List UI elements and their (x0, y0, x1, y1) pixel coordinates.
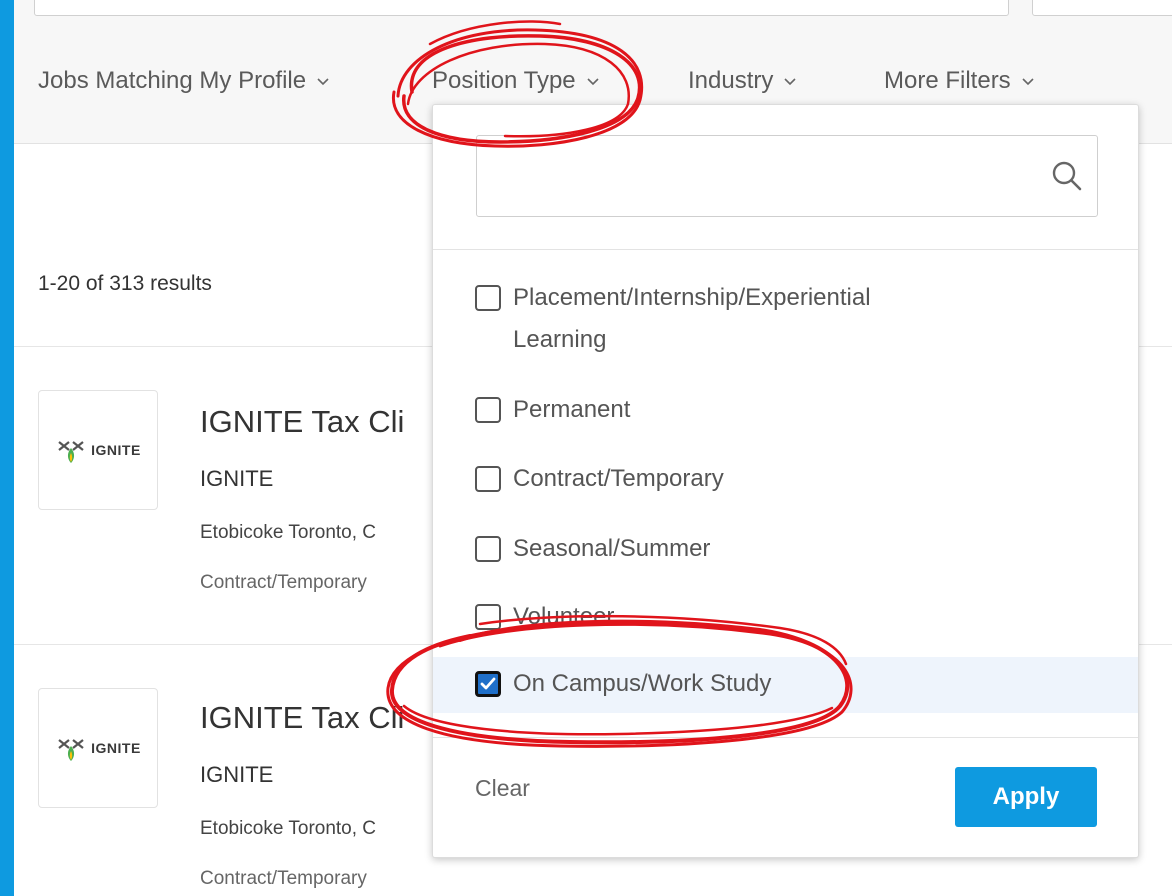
filter-label: Jobs Matching My Profile (38, 67, 307, 94)
checkbox-checked[interactable] (475, 671, 501, 697)
filter-label: Position Type (432, 67, 576, 94)
results-count: 1-20 of 313 results (38, 272, 212, 295)
job-company: IGNITE (200, 762, 274, 787)
job-type: Contract/Temporary (200, 868, 367, 889)
option-contract-temporary[interactable]: Contract/Temporary (433, 465, 1138, 506)
job-location: Etobicoke Toronto, C (200, 522, 377, 543)
job-type: Contract/Temporary (200, 572, 367, 593)
option-label: On Campus/Work Study (513, 670, 772, 697)
checkbox[interactable] (475, 536, 501, 562)
option-label-line: Placement/Internship/Experiential (513, 284, 871, 311)
filter-industry[interactable]: Industry (688, 66, 797, 96)
option-label: Permanent (513, 396, 631, 423)
filter-more-filters[interactable]: More Filters (884, 66, 1035, 96)
option-label: Volunteer (513, 603, 615, 630)
checkmark-icon (480, 677, 496, 690)
option-label-line: Learning (513, 326, 607, 353)
option-permanent[interactable]: Permanent (433, 396, 1138, 437)
dropdown-search-box (476, 135, 1098, 217)
filter-position-type[interactable]: Position Type (432, 66, 600, 96)
job-location: Etobicoke Toronto, C (200, 818, 377, 839)
option-volunteer[interactable]: Volunteer (433, 603, 1138, 644)
dropdown-divider (433, 737, 1138, 738)
job-company: IGNITE (200, 466, 274, 491)
location-search-input[interactable] (1032, 0, 1172, 16)
apply-button[interactable]: Apply (955, 767, 1097, 827)
position-type-dropdown: Placement/Internship/Experiential Learni… (432, 104, 1139, 858)
chevron-down-icon (587, 78, 599, 86)
ignite-logo-icon (58, 739, 84, 761)
clear-button[interactable]: Clear (475, 775, 530, 802)
filter-label: More Filters (884, 67, 1011, 94)
chevron-down-icon (1022, 78, 1034, 86)
checkbox[interactable] (475, 604, 501, 630)
dropdown-search-input[interactable] (477, 136, 1037, 216)
company-logo[interactable]: IGNITE (38, 390, 158, 510)
logo-text: IGNITE (91, 442, 141, 458)
keyword-search-input[interactable] (34, 0, 1009, 16)
checkbox[interactable] (475, 466, 501, 492)
option-seasonal-summer[interactable]: Seasonal/Summer (433, 535, 1138, 576)
option-label: Placement/Internship/Experiential Learni… (513, 277, 871, 361)
checkbox[interactable] (475, 285, 501, 311)
option-on-campus-work-study[interactable]: On Campus/Work Study (433, 657, 1138, 713)
dropdown-divider (433, 249, 1138, 250)
option-label: Contract/Temporary (513, 465, 724, 492)
filter-label: Industry (688, 67, 774, 94)
option-label: Seasonal/Summer (513, 535, 711, 562)
filter-jobs-matching-my-profile[interactable]: Jobs Matching My Profile (38, 66, 330, 96)
job-title-link[interactable]: IGNITE Tax Cli (200, 404, 404, 440)
chevron-down-icon (317, 78, 329, 86)
option-placement-internship[interactable]: Placement/Internship/Experiential Learni… (433, 284, 1138, 355)
chevron-down-icon (784, 78, 796, 86)
logo-text: IGNITE (91, 740, 141, 756)
ignite-logo-icon (58, 441, 84, 463)
company-logo[interactable]: IGNITE (38, 688, 158, 808)
job-title-link[interactable]: IGNITE Tax Cli (200, 700, 404, 736)
search-icon[interactable] (1051, 160, 1083, 192)
checkbox[interactable] (475, 397, 501, 423)
